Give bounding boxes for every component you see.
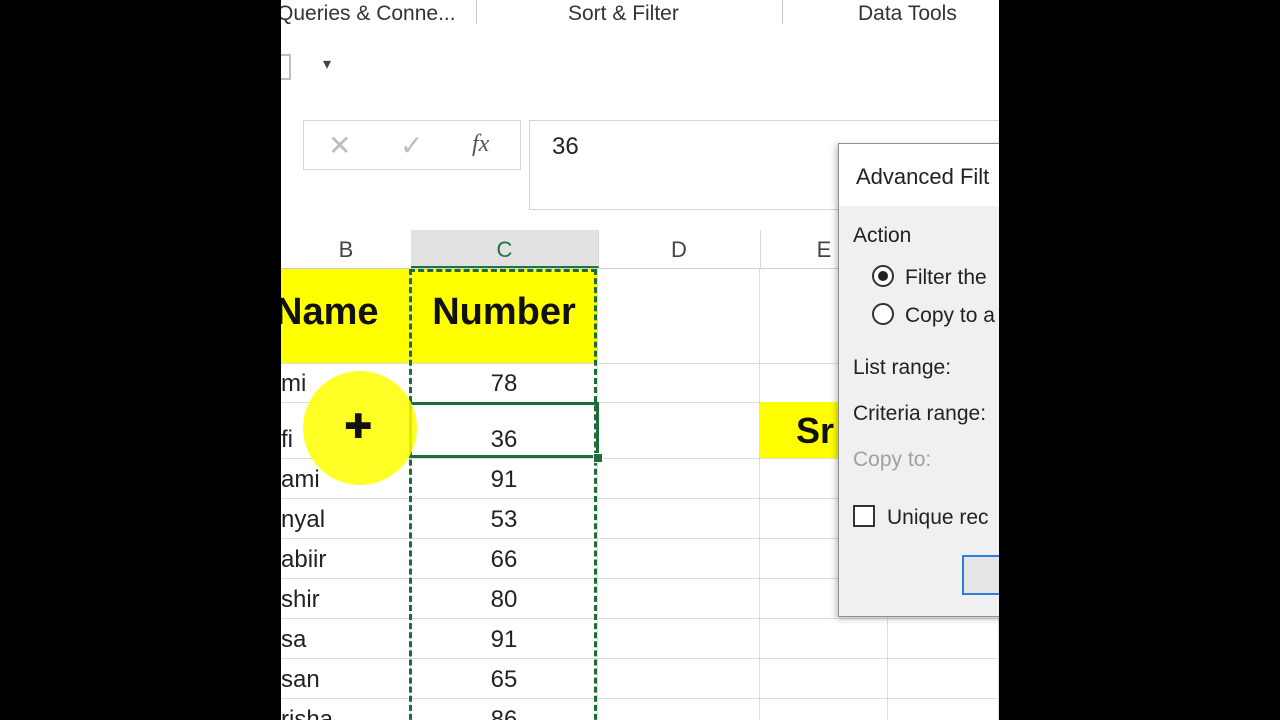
unique-records-label[interactable]: Unique rec: [887, 506, 989, 530]
cell-number[interactable]: 78: [411, 364, 598, 402]
number-text: 91: [490, 626, 518, 653]
e-label-text: Sr: [796, 410, 835, 451]
ribbon-group-data-tools[interactable]: Data Tools: [858, 2, 957, 26]
cell[interactable]: [598, 579, 760, 618]
table-row: san 65: [281, 659, 999, 699]
cell-name[interactable]: abiir: [281, 539, 411, 578]
enter-icon[interactable]: ✓: [400, 129, 423, 162]
copy-to-label: Copy to:: [853, 448, 932, 471]
ribbon-separator: [476, 0, 477, 24]
name-text: sa: [281, 626, 307, 653]
formula-bar-buttons: ✕ ✓ fx: [303, 120, 521, 170]
table-row: risha 86: [281, 699, 999, 720]
number-text: 66: [490, 546, 518, 573]
number-text: 65: [490, 666, 518, 693]
cell[interactable]: [598, 659, 760, 698]
number-text: 80: [490, 586, 518, 613]
header-name-text: Name: [281, 291, 379, 333]
unique-records-checkbox[interactable]: [853, 505, 875, 527]
cell-name[interactable]: san: [281, 659, 411, 698]
filter-in-place-label[interactable]: Filter the: [905, 266, 987, 290]
table-row: sa 91: [281, 619, 999, 659]
advanced-filter-dialog: Advanced Filt Action Filter the Copy to …: [838, 143, 999, 617]
cell[interactable]: [760, 619, 888, 658]
active-cell-border: [409, 402, 599, 458]
filter-in-place-radio[interactable]: [872, 265, 894, 287]
cell-number[interactable]: 86: [411, 699, 598, 720]
cell-number[interactable]: 53: [411, 499, 598, 538]
cell-number[interactable]: 65: [411, 659, 598, 698]
cell[interactable]: [598, 364, 760, 402]
cell-number[interactable]: 80: [411, 579, 598, 618]
cell[interactable]: [888, 699, 999, 720]
cell[interactable]: [598, 459, 760, 498]
customize-toolbar-icon[interactable]: ▾: [323, 54, 331, 74]
name-text: nyal: [281, 506, 326, 533]
cell[interactable]: [598, 403, 760, 458]
copy-to-location-label[interactable]: Copy to a: [905, 304, 995, 328]
cell[interactable]: [598, 699, 760, 720]
insert-function-icon[interactable]: fx: [472, 131, 489, 158]
quick-access-toolbar: ▾: [281, 30, 999, 110]
column-header-c[interactable]: C: [411, 230, 599, 268]
cell-header-number[interactable]: Number: [411, 269, 598, 363]
cell-number[interactable]: 91: [411, 459, 598, 498]
ribbon-separator: [782, 0, 783, 24]
column-header-d[interactable]: D: [598, 230, 761, 268]
plus-cursor-icon: ✚: [344, 408, 373, 446]
name-text: shir: [281, 586, 320, 613]
name-text: abiir: [281, 546, 327, 573]
list-range-label: List range:: [853, 356, 952, 379]
save-icon[interactable]: [281, 54, 291, 80]
number-text: 78: [490, 370, 518, 397]
cell[interactable]: [598, 269, 760, 363]
cell[interactable]: [760, 659, 888, 698]
formula-value: 36: [552, 133, 579, 160]
name-text: fi: [281, 426, 293, 453]
cell-name[interactable]: nyal: [281, 499, 411, 538]
excel-window: Queries & Conne... Sort & Filter Data To…: [281, 0, 999, 720]
cell[interactable]: [598, 619, 760, 658]
number-text: 53: [490, 506, 518, 533]
cell-number[interactable]: 66: [411, 539, 598, 578]
name-text: san: [281, 666, 320, 693]
cell-header-name[interactable]: Name: [281, 269, 411, 363]
ribbon-group-sort-filter[interactable]: Sort & Filter: [568, 2, 679, 26]
cell-name[interactable]: shir: [281, 579, 411, 618]
fill-handle[interactable]: [593, 453, 603, 463]
name-text: ami: [281, 466, 320, 493]
number-text: 91: [490, 466, 518, 493]
action-label: Action: [853, 224, 912, 247]
name-text: risha: [281, 706, 334, 720]
cell[interactable]: [760, 699, 888, 720]
copy-to-location-radio[interactable]: [872, 303, 894, 325]
dialog-title: Advanced Filt: [856, 164, 990, 189]
cell-number[interactable]: 91: [411, 619, 598, 658]
ok-button[interactable]: [962, 555, 999, 595]
ribbon-group-labels: Queries & Conne... Sort & Filter Data To…: [281, 0, 999, 31]
column-header-b[interactable]: B: [281, 230, 412, 268]
cell-name[interactable]: risha: [281, 699, 411, 720]
cancel-icon[interactable]: ✕: [328, 129, 351, 162]
cell[interactable]: [888, 619, 999, 658]
cell[interactable]: [598, 539, 760, 578]
header-number-text: Number: [432, 291, 576, 333]
number-text: 86: [490, 706, 518, 720]
cell[interactable]: [888, 659, 999, 698]
dialog-titlebar[interactable]: Advanced Filt: [839, 144, 999, 206]
criteria-range-label: Criteria range:: [853, 402, 987, 425]
name-text: mi: [281, 370, 307, 397]
cell[interactable]: [598, 499, 760, 538]
cell-name[interactable]: sa: [281, 619, 411, 658]
ribbon-group-queries[interactable]: Queries & Conne...: [281, 2, 456, 26]
